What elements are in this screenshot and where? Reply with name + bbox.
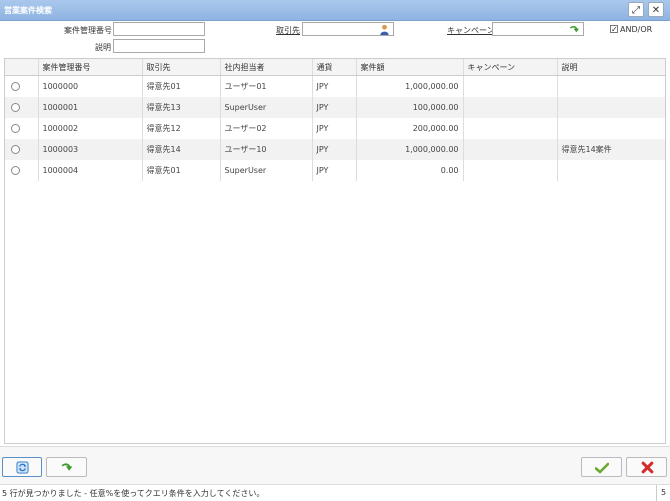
cell-deal-no: 1000001 (38, 97, 143, 118)
maximize-button[interactable]: ⤢ (628, 2, 644, 17)
row-select-radio[interactable] (11, 124, 20, 133)
title-bar: 営業案件検索 ⤢ ✕ (0, 0, 670, 21)
row-select-radio[interactable] (11, 103, 20, 112)
table-row[interactable]: 1000001 得意先13 SuperUser JPY 100,000.00 (5, 97, 665, 118)
cell-campaign (463, 118, 558, 139)
cell-deal-no: 1000000 (38, 75, 143, 97)
and-or-checkbox[interactable]: ✓ (610, 25, 618, 34)
row-select-radio[interactable] (11, 145, 20, 154)
action-bar (0, 446, 670, 485)
go-arrow-icon[interactable] (569, 24, 580, 35)
cell-amount: 200,000.00 (356, 118, 464, 139)
cell-description (557, 160, 665, 181)
cell-owner: ユーザー02 (220, 118, 313, 139)
row-select-radio[interactable] (11, 82, 20, 91)
cell-campaign (463, 160, 558, 181)
table-row[interactable]: 1000003 得意先14 ユーザー10 JPY 1,000,000.00 得意… (5, 139, 665, 160)
cell-customer: 得意先01 (142, 160, 221, 181)
cell-deal-no: 1000004 (38, 160, 143, 181)
cell-customer: 得意先01 (142, 75, 221, 97)
column-header-campaign[interactable]: キャンペーン (463, 59, 558, 76)
cell-deal-no: 1000003 (38, 139, 143, 160)
check-icon (595, 462, 609, 474)
and-or-label: AND/OR (620, 25, 653, 34)
person-icon[interactable] (379, 24, 390, 35)
column-header-deal-no[interactable]: 案件管理番号 (38, 59, 143, 76)
refresh-icon (16, 461, 29, 474)
status-message: 5 行が見つかりました - 任意%を使ってクエリ条件を入力してください。 (2, 489, 265, 498)
cell-campaign (463, 97, 558, 118)
cell-amount: 100,000.00 (356, 97, 464, 118)
campaign-label[interactable]: キャンペーン (447, 25, 495, 36)
deal-no-label: 案件管理番号 (64, 26, 112, 35)
expand-icon: ⤢ (632, 5, 640, 16)
cell-customer: 得意先12 (142, 118, 221, 139)
customer-label[interactable]: 取引先 (276, 25, 300, 36)
cell-currency: JPY (312, 97, 357, 118)
column-header-customer[interactable]: 取引先 (142, 59, 221, 76)
close-icon: ✕ (651, 5, 661, 16)
description-input[interactable] (113, 39, 205, 53)
status-count: 5 (661, 488, 667, 497)
ok-button[interactable] (581, 457, 622, 477)
status-bar: 5 行が見つかりました - 任意%を使ってクエリ条件を入力してください。 5 (0, 484, 670, 501)
table-row[interactable]: 1000002 得意先12 ユーザー02 JPY 200,000.00 (5, 118, 665, 139)
cell-owner: SuperUser (220, 160, 313, 181)
status-divider (656, 485, 657, 501)
cell-description (557, 75, 665, 97)
cell-deal-no: 1000002 (38, 118, 143, 139)
cell-currency: JPY (312, 160, 357, 181)
results-table: 案件管理番号 取引先 社内担当者 通貨 案件額 キャンペーン 説明 100000… (5, 59, 665, 181)
cell-customer: 得意先13 (142, 97, 221, 118)
cancel-icon (641, 461, 654, 474)
cell-owner: ユーザー10 (220, 139, 313, 160)
cell-campaign (463, 75, 558, 97)
column-header-currency[interactable]: 通貨 (312, 59, 357, 76)
select-column-header (5, 59, 39, 76)
zoom-across-button[interactable] (46, 457, 87, 477)
cell-currency: JPY (312, 118, 357, 139)
table-row[interactable]: 1000004 得意先01 SuperUser JPY 0.00 (5, 160, 665, 181)
cell-amount: 0.00 (356, 160, 464, 181)
results-grid: 案件管理番号 取引先 社内担当者 通貨 案件額 キャンペーン 説明 100000… (4, 58, 666, 444)
cell-description (557, 118, 665, 139)
description-label: 説明 (95, 43, 111, 52)
column-header-description[interactable]: 説明 (557, 59, 665, 76)
go-arrow-icon (61, 463, 73, 471)
cell-amount: 1,000,000.00 (356, 75, 464, 97)
row-select-radio[interactable] (11, 166, 20, 175)
cell-currency: JPY (312, 75, 357, 97)
cell-owner: SuperUser (220, 97, 313, 118)
column-header-owner[interactable]: 社内担当者 (220, 59, 313, 76)
cancel-button[interactable] (626, 457, 667, 477)
cell-currency: JPY (312, 139, 357, 160)
cell-amount: 1,000,000.00 (356, 139, 464, 160)
cell-description (557, 97, 665, 118)
table-header: 案件管理番号 取引先 社内担当者 通貨 案件額 キャンペーン 説明 (5, 59, 665, 76)
cell-description: 得意先14案件 (557, 139, 665, 160)
close-button[interactable]: ✕ (648, 2, 664, 17)
column-header-amount[interactable]: 案件額 (356, 59, 464, 76)
table-row[interactable]: 1000000 得意先01 ユーザー01 JPY 1,000,000.00 (5, 75, 665, 97)
campaign-input[interactable] (492, 22, 584, 36)
refresh-button[interactable] (2, 457, 42, 477)
customer-input[interactable] (302, 22, 394, 36)
deal-no-input[interactable] (113, 22, 205, 36)
cell-customer: 得意先14 (142, 139, 221, 160)
window-title: 営業案件検索 (4, 6, 52, 15)
cell-owner: ユーザー01 (220, 75, 313, 97)
cell-campaign (463, 139, 558, 160)
